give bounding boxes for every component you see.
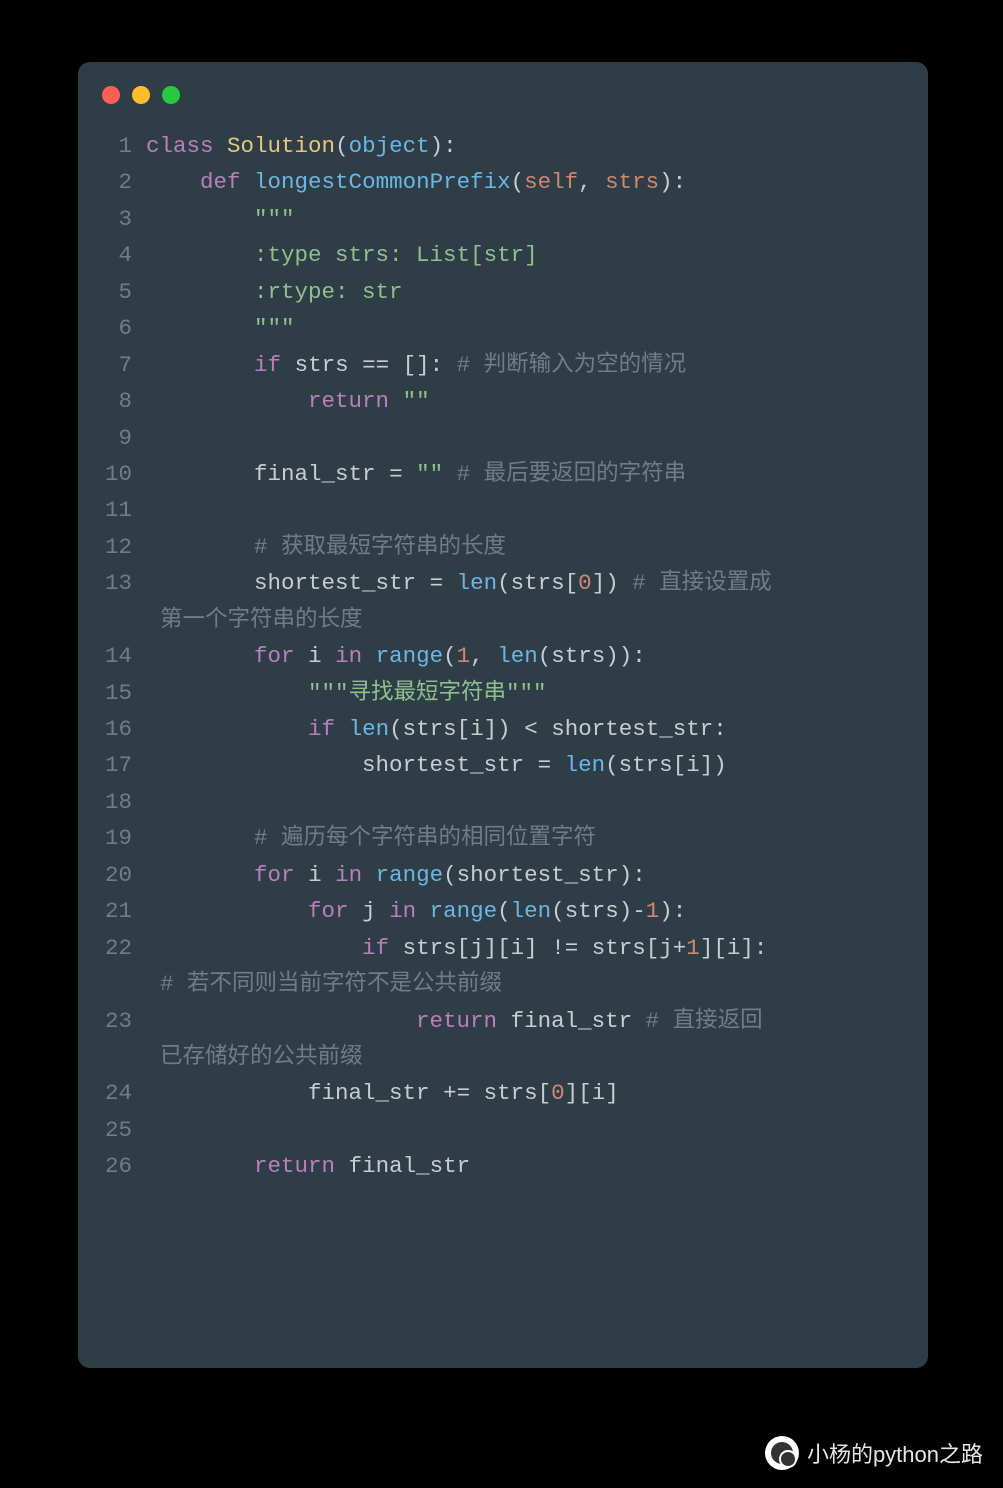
code-line: 23 return final_str # 直接返回: [78, 1003, 910, 1039]
code-line: 17 shortest_str = len(strs[i]): [78, 747, 910, 783]
code-line-wrap: 第一个字符串的长度: [78, 602, 910, 638]
line-number: 23: [78, 1003, 146, 1039]
line-number: 1: [78, 128, 146, 164]
code-line: 11: [78, 492, 910, 528]
code-line: 3 """: [78, 201, 910, 237]
line-number: 14: [78, 638, 146, 674]
maximize-icon[interactable]: [162, 86, 180, 104]
code-line: 9: [78, 420, 910, 456]
line-number: 8: [78, 383, 146, 419]
line-number: 16: [78, 711, 146, 747]
code-line: 5 :rtype: str: [78, 274, 910, 310]
line-number: 22: [78, 930, 146, 966]
code-line: 25: [78, 1112, 910, 1148]
code-line-wrap: # 若不同则当前字符不是公共前缀: [78, 966, 910, 1002]
code-line-wrap: 已存储好的公共前缀: [78, 1039, 910, 1075]
mac-traffic-lights: [78, 86, 928, 128]
code-line: 15 """寻找最短字符串""": [78, 675, 910, 711]
line-number: 24: [78, 1075, 146, 1111]
code-line: 14 for i in range(1, len(strs)):: [78, 638, 910, 674]
code-line: 8 return "": [78, 383, 910, 419]
code-line: 16 if len(strs[i]) < shortest_str:: [78, 711, 910, 747]
code-line: 4 :type strs: List[str]: [78, 237, 910, 273]
code-line: 18: [78, 784, 910, 820]
line-number: 13: [78, 565, 146, 601]
line-number: 12: [78, 529, 146, 565]
wechat-icon: [765, 1436, 799, 1470]
line-number: 9: [78, 420, 146, 456]
code-line: 24 final_str += strs[0][i]: [78, 1075, 910, 1111]
watermark-text: 小杨的python之路: [807, 1437, 983, 1469]
code-line: 6 """: [78, 310, 910, 346]
line-number: 19: [78, 820, 146, 856]
code-line: 1class Solution(object):: [78, 128, 910, 164]
line-number: 20: [78, 857, 146, 893]
close-icon[interactable]: [102, 86, 120, 104]
line-number: 10: [78, 456, 146, 492]
code-line: 7 if strs == []: # 判断输入为空的情况: [78, 347, 910, 383]
code-line: 19 # 遍历每个字符串的相同位置字符: [78, 820, 910, 856]
code-window: 1class Solution(object):2 def longestCom…: [78, 62, 928, 1368]
line-number: 15: [78, 675, 146, 711]
line-number: 3: [78, 201, 146, 237]
code-line: 20 for i in range(shortest_str):: [78, 857, 910, 893]
line-number: 18: [78, 784, 146, 820]
watermark: 小杨的python之路: [765, 1436, 983, 1470]
minimize-icon[interactable]: [132, 86, 150, 104]
line-number: 2: [78, 164, 146, 200]
line-number: 5: [78, 274, 146, 310]
line-number: 7: [78, 347, 146, 383]
code-line: 21 for j in range(len(strs)-1):: [78, 893, 910, 929]
code-block: 1class Solution(object):2 def longestCom…: [78, 128, 928, 1185]
line-number: 11: [78, 492, 146, 528]
line-number: 6: [78, 310, 146, 346]
code-line: 12 # 获取最短字符串的长度: [78, 529, 910, 565]
code-line: 10 final_str = "" # 最后要返回的字符串: [78, 456, 910, 492]
code-line: 2 def longestCommonPrefix(self, strs):: [78, 164, 910, 200]
code-line: 26 return final_str: [78, 1148, 910, 1184]
line-number: 4: [78, 237, 146, 273]
line-number: 26: [78, 1148, 146, 1184]
code-line: 13 shortest_str = len(strs[0]) # 直接设置成: [78, 565, 910, 601]
code-line: 22 if strs[j][i] != strs[j+1][i]:: [78, 930, 910, 966]
line-number: 21: [78, 893, 146, 929]
line-number: 25: [78, 1112, 146, 1148]
line-number: 17: [78, 747, 146, 783]
